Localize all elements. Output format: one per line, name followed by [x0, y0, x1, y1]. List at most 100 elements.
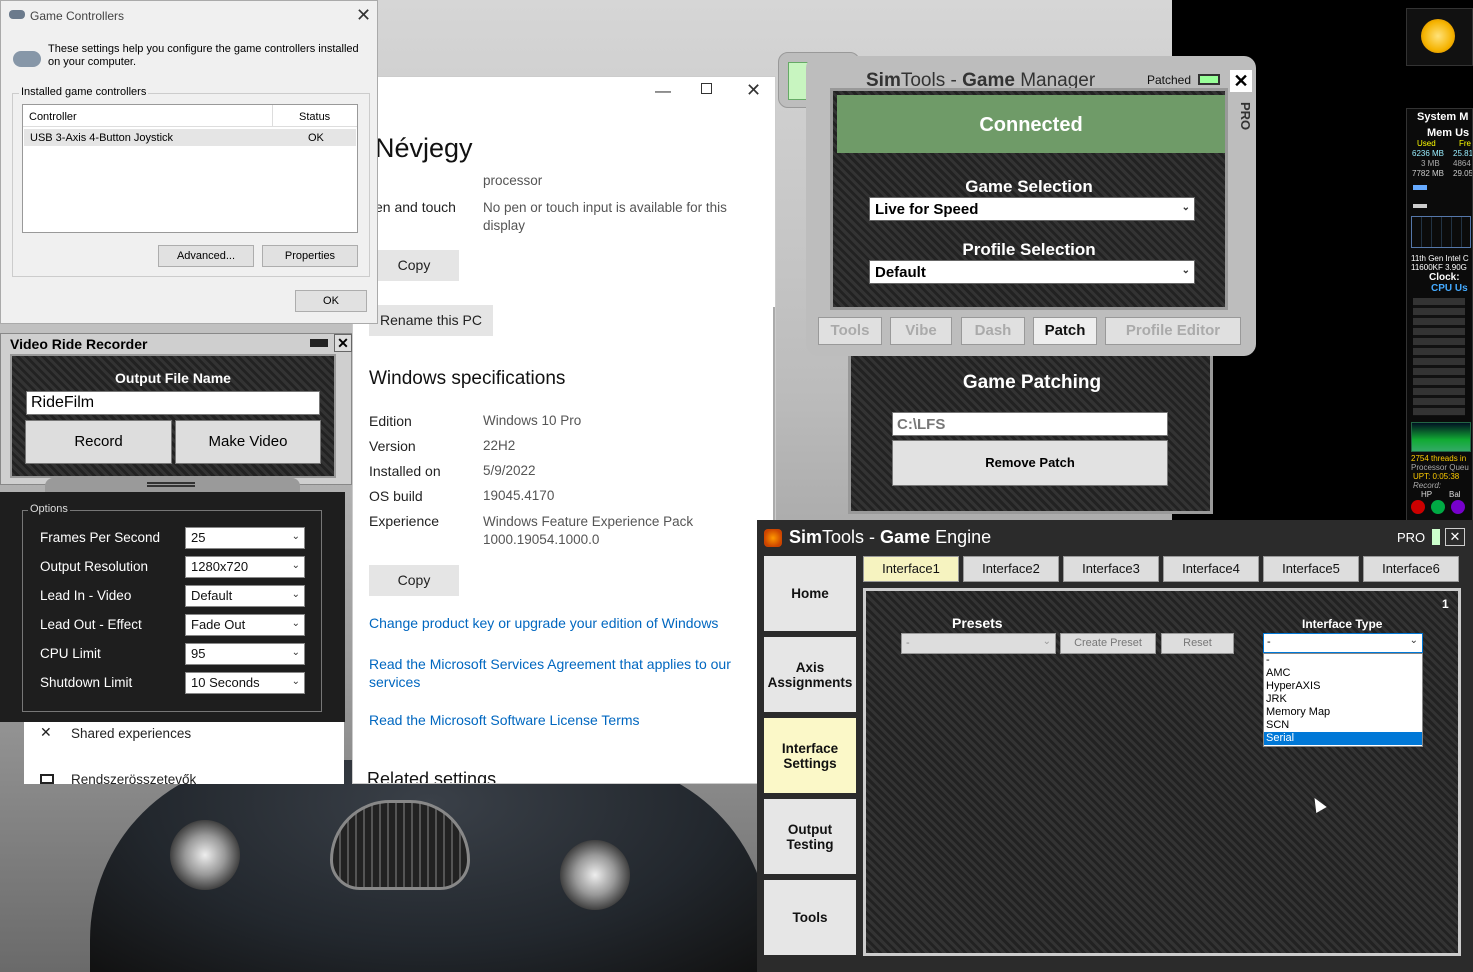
- advanced-button[interactable]: Advanced...: [158, 245, 254, 267]
- dropdown-option[interactable]: HyperAXIS: [1264, 680, 1422, 693]
- minimize-icon[interactable]: [310, 339, 328, 347]
- power-icon[interactable]: [1411, 500, 1425, 514]
- gamepad-icon: [13, 51, 41, 67]
- interface-type-dropdown[interactable]: - ⌄: [1263, 633, 1423, 653]
- option-value: 95: [191, 646, 206, 661]
- create-preset-button[interactable]: Create Preset: [1060, 633, 1156, 654]
- copy-windows-specs-button[interactable]: Copy: [369, 565, 459, 596]
- option-select[interactable]: 1280x720 ⌄: [185, 556, 305, 578]
- record-button[interactable]: Record: [25, 420, 172, 464]
- tab-interface2[interactable]: Interface2: [963, 556, 1059, 582]
- spec-label: Experience: [369, 513, 440, 529]
- nav-shared-experiences[interactable]: Shared experiences: [71, 726, 191, 741]
- nav-home[interactable]: Home: [764, 556, 856, 631]
- refresh-icon[interactable]: [1431, 500, 1445, 514]
- page-title: Névjegy: [375, 133, 473, 163]
- close-icon[interactable]: ✕: [1445, 528, 1465, 546]
- tab-tools[interactable]: Tools: [818, 317, 882, 345]
- dropdown-option[interactable]: AMC: [1264, 667, 1422, 680]
- spec-label: Edition: [369, 413, 412, 429]
- tab-interface4[interactable]: Interface4: [1163, 556, 1259, 582]
- tab-interface3[interactable]: Interface3: [1063, 556, 1159, 582]
- file-name-input[interactable]: RideFilm: [26, 391, 320, 415]
- close-icon[interactable]: ✕: [1230, 70, 1252, 92]
- title-engine: Engine: [930, 527, 992, 547]
- presets-dropdown[interactable]: - ⌄: [901, 633, 1056, 654]
- minimize-icon[interactable]: —: [655, 83, 671, 101]
- mem-free-value: 25.81: [1453, 149, 1473, 158]
- tab-interface6[interactable]: Interface6: [1363, 556, 1459, 582]
- maximize-icon[interactable]: [701, 83, 712, 94]
- option-select[interactable]: Fade Out ⌄: [185, 614, 305, 636]
- hp-label: HP: [1421, 490, 1433, 499]
- panel-number: 1: [1442, 597, 1449, 611]
- nav-interface-settings[interactable]: Interface Settings: [764, 718, 856, 793]
- uptime: UPT: 0:05:38: [1413, 472, 1460, 481]
- license-terms-link[interactable]: Read the Microsoft Software License Term…: [369, 712, 640, 728]
- game-selection-dropdown[interactable]: Live for Speed ⌄: [869, 197, 1195, 221]
- option-select[interactable]: 25 ⌄: [185, 527, 305, 549]
- tab-vibe[interactable]: Vibe: [890, 317, 952, 345]
- chevron-down-icon: ⌄: [1181, 265, 1190, 276]
- interface-type-options: - AMC HyperAXIS JRK Memory Map SCN Seria…: [1263, 653, 1423, 747]
- options-drawer-handle[interactable]: [45, 478, 300, 492]
- cpu-name: 11th Gen Intel C: [1411, 254, 1469, 263]
- chevron-down-icon: ⌄: [1181, 202, 1190, 213]
- dropdown-option[interactable]: Memory Map: [1264, 706, 1422, 719]
- shared-experiences-icon: ✕: [40, 724, 52, 740]
- close-icon[interactable]: ✕: [334, 334, 352, 352]
- simtools-logo-icon: [764, 529, 782, 547]
- ok-button[interactable]: OK: [295, 290, 367, 312]
- copy-device-specs-button[interactable]: Copy: [369, 250, 459, 281]
- tab-interface1[interactable]: Interface1: [863, 556, 959, 582]
- presets-label: Presets: [952, 615, 1003, 631]
- dropdown-option[interactable]: SCN: [1264, 719, 1422, 732]
- chevron-down-icon: ⌄: [291, 531, 300, 542]
- nav-output-testing[interactable]: Output Testing: [764, 799, 856, 874]
- nav-tools[interactable]: Tools: [764, 880, 856, 955]
- profile-selection-dropdown[interactable]: Default ⌄: [869, 260, 1195, 284]
- close-icon[interactable]: ✕: [746, 80, 761, 101]
- change-product-key-link[interactable]: Change product key or upgrade your editi…: [369, 615, 718, 631]
- game-selection-label: Game Selection: [965, 177, 1093, 196]
- close-icon[interactable]: ✕: [356, 5, 371, 26]
- controllers-list[interactable]: Controller Status USB 3-Axis 4-Button Jo…: [22, 104, 358, 233]
- nav-system-components[interactable]: Rendszerösszetevők: [71, 772, 196, 784]
- tab-profile-editor[interactable]: Profile Editor: [1105, 317, 1241, 345]
- patch-path-input[interactable]: C:\LFS: [892, 412, 1168, 436]
- tab-patch[interactable]: Patch: [1033, 317, 1097, 345]
- column-header-controller[interactable]: Controller: [29, 111, 77, 123]
- output-heading: Output File Name: [115, 370, 231, 386]
- option-select[interactable]: 95 ⌄: [185, 643, 305, 665]
- dropdown-option[interactable]: JRK: [1264, 693, 1422, 706]
- properties-button[interactable]: Properties: [262, 245, 358, 267]
- settings-icon[interactable]: [1451, 500, 1465, 514]
- nav-axis-assignments[interactable]: Axis Assignments: [764, 637, 856, 712]
- mem-used-value: 7782 MB: [1412, 169, 1445, 178]
- free-label: Fre: [1459, 139, 1471, 148]
- record-label: Record:: [1413, 481, 1442, 490]
- tab-interface5[interactable]: Interface5: [1263, 556, 1359, 582]
- option-select[interactable]: 10 Seconds ⌄: [185, 672, 305, 694]
- chevron-down-icon: ⌄: [291, 589, 300, 600]
- option-cpu-limit: CPU Limit 95 ⌄: [40, 643, 320, 665]
- game-engine-window: SimTools - Game Engine PRO ✕ Home Axis A…: [757, 520, 1473, 972]
- weather-gadget[interactable]: [1406, 8, 1473, 66]
- column-header-status[interactable]: Status: [299, 111, 330, 123]
- rename-pc-button[interactable]: Rename this PC: [369, 305, 493, 336]
- remove-patch-button[interactable]: Remove Patch: [892, 440, 1168, 486]
- tab-dash[interactable]: Dash: [961, 317, 1025, 345]
- table-row[interactable]: USB 3-Axis 4-Button Joystick OK: [24, 129, 356, 146]
- dropdown-option[interactable]: -: [1264, 654, 1422, 667]
- about-settings-window: — ✕ Névjegy processor en and touch No pe…: [352, 76, 776, 784]
- option-select[interactable]: Default ⌄: [185, 585, 305, 607]
- mem-bar: [1413, 204, 1427, 208]
- make-video-button[interactable]: Make Video: [175, 420, 321, 464]
- spec-value: 19045.4170: [483, 488, 555, 503]
- dropdown-option-highlighted[interactable]: Serial: [1264, 732, 1422, 745]
- option-value: 1280x720: [191, 559, 249, 574]
- patched-label: Patched: [1147, 73, 1192, 87]
- services-agreement-link[interactable]: Read the Microsoft Services Agreement th…: [369, 655, 749, 691]
- reset-button[interactable]: Reset: [1161, 633, 1234, 654]
- interface-type-value: -: [1267, 636, 1271, 648]
